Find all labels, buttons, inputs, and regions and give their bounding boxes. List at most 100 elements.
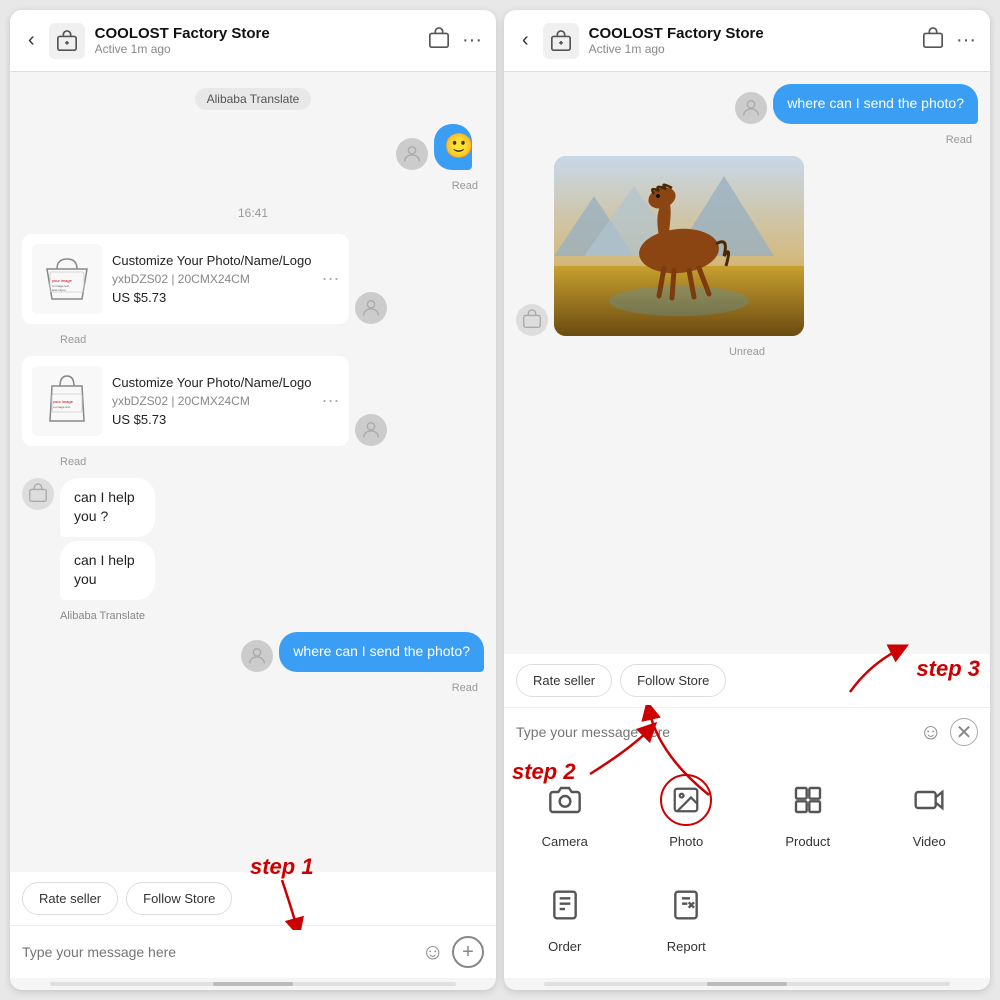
product-icon-wrap <box>782 774 834 826</box>
left-message-input[interactable] <box>22 944 414 960</box>
user-blue-msg: where can I send the photo? <box>279 632 484 672</box>
product-info-1: Customize Your Photo/Name/Logo yxbDZS02 … <box>112 253 311 305</box>
product-card-1[interactable]: your image to image text was ofyou Custo… <box>22 234 349 324</box>
horse-image <box>554 156 804 336</box>
user-avatar-1 <box>396 138 428 170</box>
left-more-btn[interactable]: ··· <box>462 29 482 52</box>
right-more-btn[interactable]: ··· <box>956 29 976 52</box>
cross-arrow <box>639 705 719 810</box>
right-user-msg-row: where can I send the photo? <box>516 84 978 124</box>
user-avatar-3 <box>355 414 387 446</box>
right-user-avatar <box>735 92 767 124</box>
timestamp-1: 16:41 <box>22 206 484 220</box>
right-back-button[interactable]: ‹ <box>518 25 533 56</box>
right-header-actions: ··· <box>922 27 976 55</box>
emoji-bubble: 🙂 <box>434 124 471 170</box>
video-icon-wrap <box>903 774 955 826</box>
agent-avatar-right <box>516 304 548 336</box>
camera-label: Camera <box>542 834 588 849</box>
step1-annotation: step 1 <box>250 854 314 930</box>
left-store-status: Active 1m ago <box>95 42 418 56</box>
left-input-area: ☺ + <box>10 925 496 978</box>
media-product[interactable]: Product <box>747 756 869 861</box>
step1-label: step 1 <box>250 854 314 880</box>
report-icon-wrap <box>660 879 712 931</box>
horse-img-row <box>516 156 978 336</box>
product-price-1: US $5.73 <box>112 290 311 305</box>
product-price-2: US $5.73 <box>112 412 311 427</box>
left-chat-area: Alibaba Translate 🙂 Read 16:41 <box>10 72 496 872</box>
right-store-status: Active 1m ago <box>589 42 912 56</box>
left-plus-btn[interactable]: + <box>452 936 484 968</box>
right-follow-store-btn[interactable]: Follow Store <box>620 664 726 697</box>
step3-arrow <box>840 644 910 694</box>
order-label: Order <box>548 939 581 954</box>
video-label: Video <box>913 834 946 849</box>
right-store-name: COOLOST Factory Store <box>589 25 912 42</box>
unread-label: Unread <box>516 346 978 358</box>
read-label-4: Read <box>22 682 478 694</box>
step3-label: step 3 <box>916 656 980 682</box>
right-store-btn[interactable] <box>922 27 944 55</box>
product-card-row-1: your image to image text was ofyou Custo… <box>22 234 484 324</box>
product-img-2: your image to image text <box>32 366 102 436</box>
right-user-blue-msg: where can I send the photo? <box>773 84 978 124</box>
right-emoji-btn[interactable]: ☺ <box>920 719 942 745</box>
user-avatar-2 <box>355 292 387 324</box>
product-name-2: Customize Your Photo/Name/Logo <box>112 375 311 390</box>
left-store-btn[interactable] <box>428 27 450 55</box>
agent-msg-group: can I help you ? can I help you <box>22 478 484 600</box>
product-name-1: Customize Your Photo/Name/Logo <box>112 253 311 268</box>
right-rate-seller-btn[interactable]: Rate seller <box>516 664 612 697</box>
agent-bubbles: can I help you ? can I help you <box>60 478 187 600</box>
left-header-info: COOLOST Factory Store Active 1m ago <box>95 25 418 56</box>
left-header: ‹ COOLOST Factory Store Active 1m ago <box>10 10 496 72</box>
step2-label: step 2 <box>512 759 576 784</box>
right-close-btn[interactable]: ✕ <box>950 718 978 746</box>
read-label-3: Read <box>60 456 478 468</box>
product-more-2[interactable]: ··· <box>321 390 339 411</box>
right-scrollbar <box>544 982 950 986</box>
media-grid-row2: Order Report <box>504 861 990 978</box>
left-back-button[interactable]: ‹ <box>24 25 39 56</box>
product-label: Product <box>785 834 830 849</box>
order-icon-wrap <box>539 879 591 931</box>
right-header: ‹ COOLOST Factory Store Active 1m ago <box>504 10 990 72</box>
product-card-row-2: your image to image text Customize Your … <box>22 356 484 446</box>
agent-msg-2: can I help you <box>60 541 155 600</box>
left-header-actions: ··· <box>428 27 482 55</box>
left-store-name: COOLOST Factory Store <box>95 25 418 42</box>
svg-text:your image: your image <box>52 278 73 283</box>
product-more-1[interactable]: ··· <box>321 268 339 289</box>
media-video[interactable]: Video <box>869 756 991 861</box>
product-sku-1: yxbDZS02 | 20CMX24CM <box>112 272 311 286</box>
right-header-info: COOLOST Factory Store Active 1m ago <box>589 25 912 56</box>
left-rate-seller-btn[interactable]: Rate seller <box>22 882 118 915</box>
right-read-label: Read <box>516 134 972 146</box>
translate-badge-1: Alibaba Translate <box>195 88 312 110</box>
step1-arrow <box>252 880 312 930</box>
step3-annotation: step 3 <box>840 644 980 694</box>
svg-text:was ofyou: was ofyou <box>52 288 66 292</box>
agent-msg-1: can I help you ? <box>60 478 155 537</box>
product-card-2[interactable]: your image to image text Customize Your … <box>22 356 349 446</box>
emoji-msg-row: 🙂 <box>22 124 484 170</box>
product-img-1: your image to image text was ofyou <box>32 244 102 314</box>
product-info-2: Customize Your Photo/Name/Logo yxbDZS02 … <box>112 375 311 427</box>
left-action-buttons: Rate seller Follow Store step 1 <box>10 872 496 925</box>
left-emoji-btn[interactable]: ☺ <box>422 939 444 965</box>
left-store-icon <box>49 23 85 59</box>
svg-text:your image: your image <box>53 399 74 404</box>
left-scrollbar <box>50 982 456 986</box>
media-order[interactable]: Order <box>504 861 626 966</box>
translate-badge-2: Alibaba Translate <box>60 610 484 622</box>
left-follow-store-btn[interactable]: Follow Store <box>126 882 232 915</box>
right-chat-area: where can I send the photo? Read <box>504 72 990 654</box>
media-report[interactable]: Report <box>626 861 748 966</box>
photo-label: Photo <box>669 834 703 849</box>
user-avatar-4 <box>241 640 273 672</box>
right-store-icon <box>543 23 579 59</box>
right-panel: ‹ COOLOST Factory Store Active 1m ago <box>504 10 990 990</box>
read-label-2: Read <box>60 334 478 346</box>
user-msg-row: where can I send the photo? <box>22 632 484 672</box>
